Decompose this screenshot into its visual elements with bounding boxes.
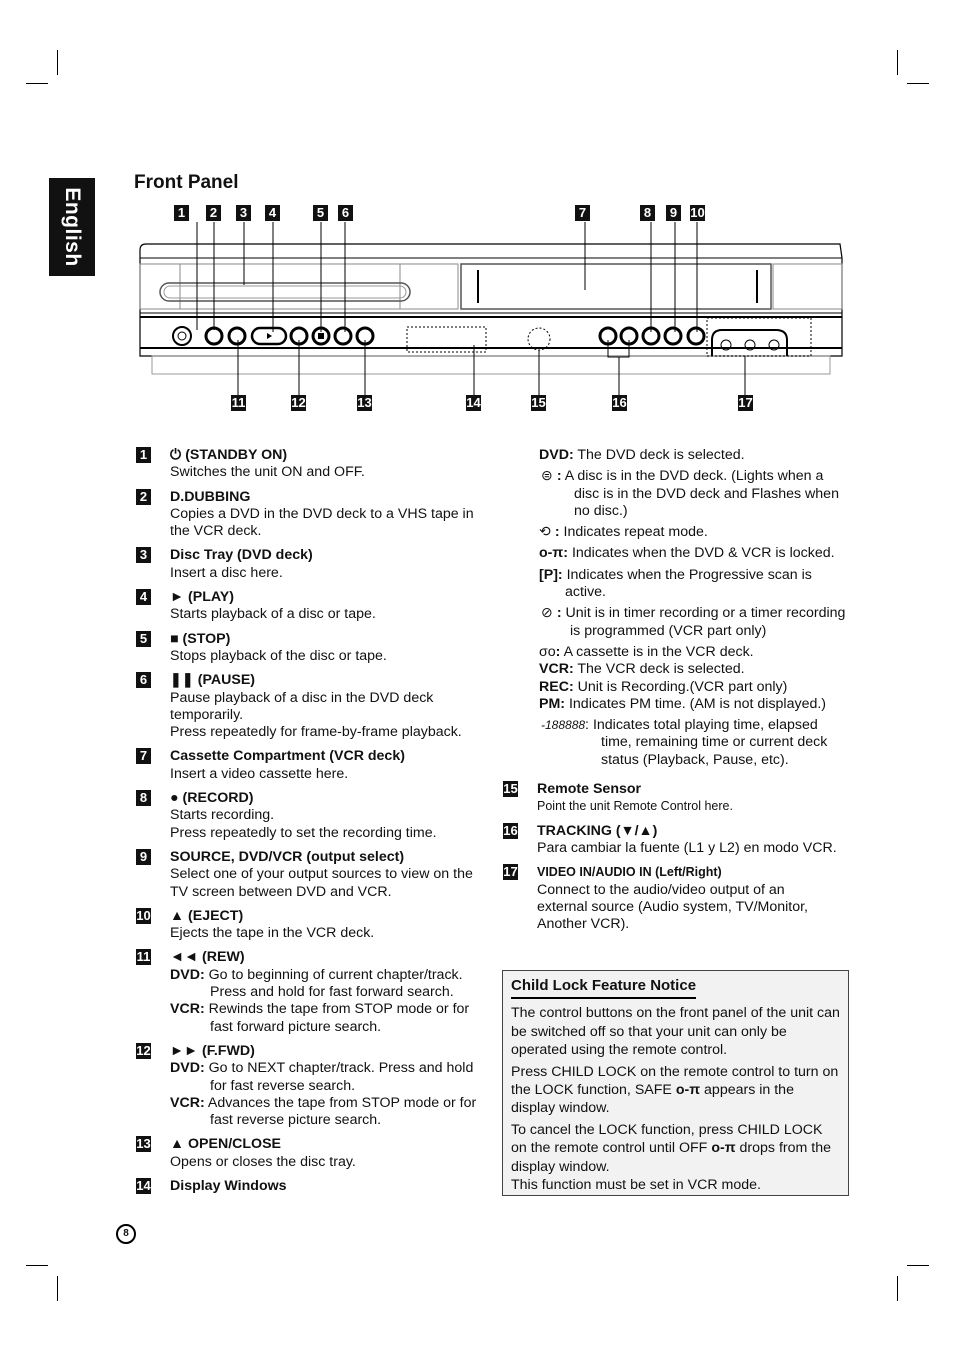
power-icon: ⏻ [170,447,182,463]
stop-icon: ■ [170,630,179,647]
list-item: 9 SOURCE, DVD/VCR (output select) Select… [136,848,481,901]
indicator-rec: REC: Unit is Recording.(VCR part only) [539,678,788,695]
dubbing-button [204,326,224,346]
indicator-disc: ⊜ : A disc is in the DVD deck. (Lights w… [541,468,839,519]
av-input-area [706,317,812,357]
list-item: 6 ❚❚ (PAUSE) Pause playback of a disc in… [136,672,481,741]
callout-17: 17 [738,395,753,411]
standby-button [172,326,192,346]
record-icon: ● [170,790,179,807]
digits-icon: -188888 [541,718,586,733]
remote-sensor [527,327,551,351]
eject-icon: ▲ [170,907,185,924]
crop-mark [26,1265,48,1266]
eject-button [686,326,706,346]
notice-title: Child Lock Feature Notice [511,977,697,1000]
list-item: 12 ►► (F.FWD) DVD: Go to NEXT chapter/tr… [136,1042,477,1129]
list-item: 13 ▲ OPEN/CLOSE Opens or closes the disc… [136,1136,356,1170]
source-button [663,326,683,346]
indicator-digits: -188888: Indicates total playing time, e… [541,717,828,768]
indicator-dvd: DVD: The DVD deck is selected. [539,447,745,463]
indicator-vcr: VCR: The VCR deck is selected. [539,661,745,678]
callout-16: 16 [612,395,627,411]
lock-icon: o-π [675,1082,701,1099]
left-column: 1 ⏻ (STANDBY ON) Switches the unit ON an… [136,447,481,1202]
callout-13: 13 [357,395,372,411]
list-item: 2 D.DUBBING Copies a DVD in the DVD deck… [136,488,481,541]
disc-icon: ⊜ [541,468,553,485]
callout-10: 10 [690,205,705,221]
callout-4: 4 [265,205,280,221]
rewind-icon: ◄◄ [170,949,199,966]
crop-mark [897,1276,898,1301]
eject-icon: ▲ [170,1136,185,1153]
callout-7: 7 [575,205,590,221]
lock-icon: o-π [711,1140,736,1157]
pause-button [333,326,353,346]
callout-5: 5 [313,205,328,221]
list-item: 10 ▲ (EJECT) Ejects the tape in the VCR … [136,907,375,942]
crop-mark [57,1276,58,1301]
callout-2: 2 [206,205,221,221]
indicator-lock: o-π: Indicates when the DVD & VCR is loc… [539,545,835,562]
repeat-icon: ⟲ [539,524,551,541]
list-item: 17 VIDEO IN/AUDIO IN (Left/Right) Connec… [503,864,808,933]
list-item: 4 ► (PLAY) Starts playback of a disc or … [136,589,481,624]
list-item: 14 Display Windows [136,1177,287,1194]
callout-6: 6 [338,205,353,221]
rew-button [227,326,247,346]
fast-forward-icon: ►► [170,1042,199,1059]
list-item: 11 ◄◄ (REW) DVD: Go to beginning of curr… [136,949,470,1035]
callout-3: 3 [236,205,251,221]
callout-11: 11 [231,395,246,411]
indicator-timer: ⊘ : Unit is in timer recording or a time… [541,605,846,639]
play-icon: ► [170,589,185,606]
callout-1: 1 [174,205,189,221]
list-item: 5 ■ (STOP) Stops playback of the disc or… [136,630,481,666]
indicator-cassette: σo: A cassette is in the VCR deck. [539,643,754,660]
callout-8: 8 [640,205,655,221]
callout-15: 15 [531,395,546,411]
list-item: 3 Disc Tray (DVD deck) Insert a disc her… [136,547,481,582]
callout-9: 9 [666,205,681,221]
indicator-progressive: [P]: Indicates when the Progressive scan… [539,566,812,601]
list-item: 16 TRACKING (▼/▲) Para cambiar la fuente… [503,822,837,856]
timer-icon: ⊘ [541,605,553,622]
cassette-icon: σo [539,643,556,660]
cassette-compartment [460,263,772,310]
pause-icon: ❚❚ [170,672,194,689]
list-item: 7 Cassette Compartment (VCR deck) Insert… [136,748,481,783]
lock-icon: o-π [539,545,564,562]
av-jack-panel [711,329,788,356]
front-panel-diagram [139,222,843,395]
unit-base [151,355,831,375]
list-item: 15 Remote Sensor Point the unit Remote C… [503,781,733,814]
page-number: 8 [116,1224,136,1244]
callout-14: 14 [466,395,481,411]
child-lock-notice: Child Lock Feature Notice The control bu… [502,970,849,1196]
indicator-pm: PM: Indicates PM time. (AM is not displa… [539,695,827,712]
display-indicators: DVD: The DVD deck is selected. ⊜ : A dis… [503,447,849,940]
list-item: 8 ● (RECORD) Starts recording. Press rep… [136,790,481,842]
indicator-repeat: ⟲ : Indicates repeat mode. [539,524,708,541]
crop-mark [907,1265,929,1266]
list-item: 1 ⏻ (STANDBY ON) Switches the unit ON an… [136,447,481,482]
callout-12: 12 [291,395,306,411]
